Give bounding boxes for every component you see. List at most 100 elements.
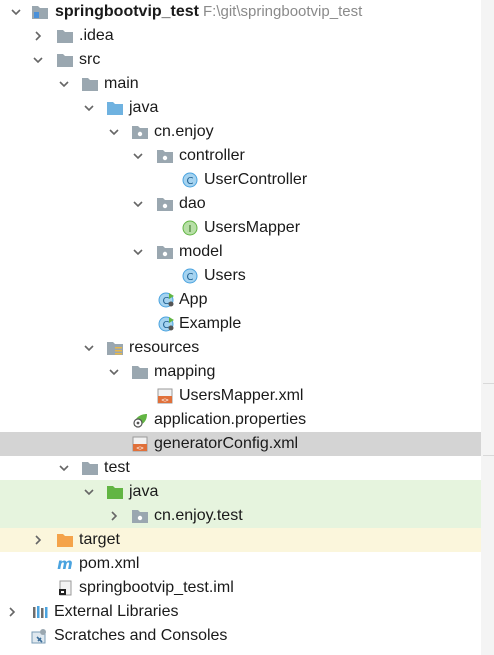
tree-label-test-java: java (129, 483, 159, 500)
resources-folder-icon (106, 340, 124, 356)
class-icon: C (181, 268, 199, 284)
properties-file-icon (131, 412, 149, 428)
tree-row-cn-enjoy[interactable]: cn.enjoy (0, 120, 481, 144)
tree-label-idea: .idea (79, 27, 114, 44)
tree-row-scratches[interactable]: Scratches and Consoles (0, 624, 481, 648)
tree-row-project-root[interactable]: springbootvip_test F:\git\springbootvip_… (0, 0, 481, 24)
project-tree[interactable]: springbootvip_test F:\git\springbootvip_… (0, 0, 482, 655)
tree-label-scratches: Scratches and Consoles (54, 627, 228, 644)
package-icon (156, 244, 174, 260)
chevron-down-icon[interactable] (56, 456, 72, 480)
tree-label-dao: dao (179, 195, 206, 212)
tree-row-user-controller[interactable]: C UserController (0, 168, 481, 192)
tree-row-app[interactable]: C App (0, 288, 481, 312)
chevron-down-icon[interactable] (81, 336, 97, 360)
tree-row-users-mapper[interactable]: I UsersMapper (0, 216, 481, 240)
svg-text:C: C (187, 272, 194, 283)
folder-icon (56, 28, 74, 44)
folder-icon (81, 460, 99, 476)
chevron-down-icon[interactable] (130, 192, 146, 216)
spring-boot-class-icon: C (157, 292, 175, 308)
svg-text:m: m (57, 556, 73, 572)
tree-label-user-controller: UserController (204, 171, 308, 188)
tree-row-example[interactable]: C Example (0, 312, 481, 336)
svg-text:C: C (187, 176, 194, 187)
tree-row-main[interactable]: main (0, 72, 481, 96)
tree-row-dao[interactable]: dao (0, 192, 481, 216)
project-path: F:\git\springbootvip_test (203, 3, 363, 20)
tree-row-application-properties[interactable]: application.properties (0, 408, 481, 432)
tree-label-iml: springbootvip_test.iml (79, 579, 234, 596)
chevron-down-icon[interactable] (81, 96, 97, 120)
right-gutter (481, 0, 494, 655)
tree-label-main: main (104, 75, 139, 92)
tree-label-cn-enjoy-test: cn.enjoy.test (154, 507, 243, 524)
tree-row-mapping[interactable]: mapping (0, 360, 481, 384)
iml-file-icon (56, 580, 74, 596)
tree-label-java: java (129, 99, 159, 116)
tree-row-java[interactable]: java (0, 96, 481, 120)
tree-label-users: Users (204, 267, 246, 284)
chevron-right-icon[interactable] (106, 504, 122, 528)
class-icon: C (181, 172, 199, 188)
chevron-right-icon[interactable] (30, 24, 46, 48)
chevron-down-icon[interactable] (8, 0, 24, 24)
tree-label-example: Example (179, 315, 242, 332)
svg-text:<>: <> (161, 397, 169, 404)
xml-file-icon: <> (156, 388, 174, 404)
tree-label-test: test (104, 459, 130, 476)
tree-row-resources[interactable]: resources (0, 336, 481, 360)
tree-row-test-java[interactable]: java (0, 480, 481, 504)
folder-icon (81, 76, 99, 92)
chevron-down-icon[interactable] (130, 144, 146, 168)
tree-row-model[interactable]: model (0, 240, 481, 264)
tree-row-target[interactable]: target (0, 528, 481, 552)
package-icon (156, 148, 174, 164)
tree-row-generator-config[interactable]: <> generatorConfig.xml (0, 432, 481, 456)
tree-row-users[interactable]: C Users (0, 264, 481, 288)
svg-text:<>: <> (136, 445, 144, 452)
tree-row-src[interactable]: src (0, 48, 481, 72)
project-name: springbootvip_test (55, 3, 200, 20)
tree-label-pom: pom.xml (79, 555, 140, 572)
package-icon (131, 124, 149, 140)
folder-icon (56, 52, 74, 68)
tree-row-cn-enjoy-test[interactable]: cn.enjoy.test (0, 504, 481, 528)
chevron-down-icon[interactable] (106, 120, 122, 144)
tree-label-application-properties: application.properties (154, 411, 307, 428)
folder-icon (131, 364, 149, 380)
tree-label-users-mapper: UsersMapper (204, 219, 301, 236)
chevron-down-icon[interactable] (81, 480, 97, 504)
chevron-down-icon[interactable] (130, 240, 146, 264)
svg-text:I: I (189, 224, 192, 235)
chevron-right-icon[interactable] (30, 528, 46, 552)
tree-label-users-mapper-xml: UsersMapper.xml (179, 387, 304, 404)
maven-icon: m (56, 555, 74, 573)
chevron-down-icon[interactable] (30, 48, 46, 72)
tree-label-external-libraries: External Libraries (54, 603, 179, 620)
chevron-down-icon[interactable] (106, 360, 122, 384)
tree-row-iml[interactable]: springbootvip_test.iml (0, 576, 481, 600)
tree-label-cn-enjoy: cn.enjoy (154, 123, 214, 140)
test-source-folder-icon (106, 484, 124, 500)
tree-row-external-libraries[interactable]: External Libraries (0, 600, 481, 624)
xml-file-icon: <> (131, 436, 149, 452)
tree-label-generator-config: generatorConfig.xml (154, 435, 299, 452)
tree-row-controller[interactable]: controller (0, 144, 481, 168)
tree-label-model: model (179, 243, 223, 260)
tree-label-controller: controller (179, 147, 245, 164)
tree-row-idea[interactable]: .idea (0, 24, 481, 48)
chevron-down-icon[interactable] (56, 72, 72, 96)
package-icon (156, 196, 174, 212)
scratches-icon (31, 628, 49, 644)
tree-row-test[interactable]: test (0, 456, 481, 480)
interface-icon: I (181, 220, 199, 236)
tree-row-users-mapper-xml[interactable]: <> UsersMapper.xml (0, 384, 481, 408)
tree-label-app: App (179, 291, 208, 308)
chevron-right-icon[interactable] (4, 600, 20, 624)
tree-row-pom[interactable]: m pom.xml (0, 552, 481, 576)
package-icon (131, 508, 149, 524)
tree-label-mapping: mapping (154, 363, 216, 380)
excluded-folder-icon (56, 532, 74, 548)
tree-label-src: src (79, 51, 101, 68)
